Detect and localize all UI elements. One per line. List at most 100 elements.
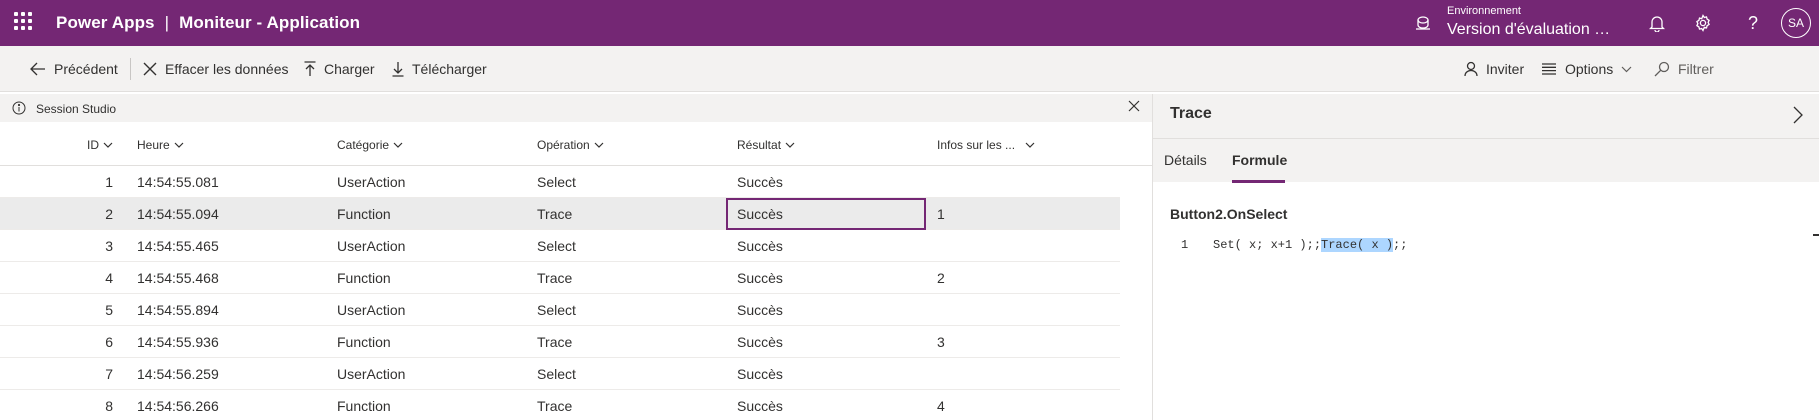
cell-time: 14:54:55.094 bbox=[137, 206, 219, 222]
cell-time: 14:54:55.894 bbox=[137, 302, 219, 318]
cell-time: 14:54:55.081 bbox=[137, 174, 219, 190]
code-text: Set( x; x+1 );;Trace( x );; bbox=[1213, 238, 1407, 252]
table-row[interactable]: 6 14:54:55.936 Function Trace Succès 3 bbox=[0, 326, 1120, 358]
title-separator: | bbox=[164, 13, 170, 32]
code-editor-line[interactable]: 1 Set( x; x+1 );;Trace( x );; bbox=[1153, 236, 1813, 256]
line-number: 1 bbox=[1181, 238, 1189, 252]
cell-id: 4 bbox=[105, 270, 113, 286]
upload-label: Charger bbox=[324, 61, 375, 77]
session-label: Session Studio bbox=[36, 102, 117, 116]
cell-id: 3 bbox=[105, 238, 113, 254]
chevron-down-icon bbox=[785, 142, 795, 148]
cell-time: 14:54:55.465 bbox=[137, 238, 219, 254]
invite-button[interactable]: Inviter bbox=[1464, 46, 1524, 92]
cell-id: 7 bbox=[105, 366, 113, 382]
person-icon bbox=[1464, 61, 1478, 77]
tab-details[interactable]: Détails bbox=[1164, 152, 1207, 168]
chevron-down-icon bbox=[174, 142, 184, 148]
environment-label: Environnement bbox=[1447, 5, 1521, 17]
column-header-time[interactable]: Heure bbox=[137, 138, 184, 152]
cell-operation: Select bbox=[537, 174, 576, 190]
command-bar: Précédent Effacer les données Charger Té… bbox=[0, 46, 1819, 92]
cell-info: 4 bbox=[937, 398, 945, 414]
cell-result: Succès bbox=[737, 238, 783, 254]
column-header-info[interactable]: Infos sur les ... bbox=[937, 138, 1035, 152]
cell-operation: Trace bbox=[537, 206, 573, 222]
filter-button[interactable]: Filtrer bbox=[1654, 46, 1714, 92]
cell-info: 1 bbox=[937, 206, 945, 222]
environment-name: Version d'évaluation de... bbox=[1447, 21, 1617, 38]
cell-result: Succès bbox=[737, 206, 783, 222]
cell-info: 3 bbox=[937, 334, 945, 350]
column-label: Catégorie bbox=[337, 138, 390, 152]
chevron-down-icon bbox=[393, 142, 403, 148]
chevron-down-icon bbox=[103, 142, 113, 148]
close-icon[interactable] bbox=[1128, 100, 1140, 115]
tab-formula[interactable]: Formule bbox=[1232, 152, 1287, 168]
cell-category: Function bbox=[337, 270, 391, 286]
clear-data-button[interactable]: Effacer les données bbox=[143, 46, 289, 92]
back-button[interactable]: Précédent bbox=[30, 46, 118, 92]
app-title: Power Apps | Moniteur - Application bbox=[56, 13, 360, 33]
environment-icon bbox=[1414, 14, 1432, 37]
chevron-down-icon bbox=[1621, 66, 1632, 72]
cell-category: Function bbox=[337, 334, 391, 350]
table-row[interactable]: 1 14:54:55.081 UserAction Select Succès bbox=[0, 166, 1120, 198]
table-row[interactable]: 3 14:54:55.465 UserAction Select Succès bbox=[0, 230, 1120, 262]
cell-time: 14:54:56.259 bbox=[137, 366, 219, 382]
table-row[interactable]: 4 14:54:55.468 Function Trace Succès 2 bbox=[0, 262, 1120, 294]
cell-operation: Trace bbox=[537, 398, 573, 414]
options-label: Options bbox=[1565, 61, 1614, 77]
cell-category: Function bbox=[337, 206, 391, 222]
column-header-result[interactable]: Résultat bbox=[737, 138, 795, 152]
column-label: Opération bbox=[537, 138, 590, 152]
chevron-down-icon bbox=[594, 142, 604, 148]
cell-result: Succès bbox=[737, 302, 783, 318]
download-button[interactable]: Télécharger bbox=[392, 46, 487, 92]
column-header-id[interactable]: ID bbox=[87, 138, 113, 152]
options-button[interactable]: Options bbox=[1541, 46, 1632, 92]
active-tab-indicator bbox=[1232, 180, 1285, 183]
top-bar: Power Apps | Moniteur - Application Enviro… bbox=[0, 0, 1819, 46]
clear-data-label: Effacer les données bbox=[165, 61, 289, 77]
cell-time: 14:54:55.936 bbox=[137, 334, 219, 350]
table-row[interactable]: 5 14:54:55.894 UserAction Select Succès bbox=[0, 294, 1120, 326]
download-icon bbox=[392, 62, 404, 77]
cell-operation: Select bbox=[537, 302, 576, 318]
cell-id: 1 bbox=[105, 174, 113, 190]
cell-result: Succès bbox=[737, 174, 783, 190]
column-header-category[interactable]: Catégorie bbox=[337, 138, 403, 152]
download-label: Télécharger bbox=[412, 61, 487, 77]
trace-panel: Trace Détails Formule Button2.OnSelect 1… bbox=[1152, 94, 1819, 420]
help-icon[interactable]: ? bbox=[1742, 12, 1764, 34]
waffle-icon[interactable] bbox=[14, 12, 32, 30]
cell-operation: Select bbox=[537, 366, 576, 382]
code-highlight: Trace( x ) bbox=[1321, 238, 1394, 252]
cell-category: UserAction bbox=[337, 174, 406, 190]
cell-category: UserAction bbox=[337, 302, 406, 318]
upload-button[interactable]: Charger bbox=[304, 46, 375, 92]
gear-icon[interactable] bbox=[1692, 12, 1714, 34]
upload-icon bbox=[304, 61, 316, 76]
cell-category: UserAction bbox=[337, 238, 406, 254]
chevron-down-icon bbox=[1025, 142, 1035, 148]
avatar[interactable]: SA bbox=[1781, 8, 1811, 38]
table-row[interactable]: 7 14:54:56.259 UserAction Select Succès bbox=[0, 358, 1120, 390]
chevron-right-icon[interactable] bbox=[1793, 106, 1803, 129]
session-bar: Session Studio bbox=[0, 94, 1152, 122]
panel-tabs: Détails Formule bbox=[1153, 138, 1819, 183]
cell-time: 14:54:56.266 bbox=[137, 398, 219, 414]
column-header-operation[interactable]: Opération bbox=[537, 138, 604, 152]
cell-time: 14:54:55.468 bbox=[137, 270, 219, 286]
table-header: ID Heure Catégorie Opération Résultat In… bbox=[0, 124, 1152, 166]
environment-picker[interactable]: Environnement Version d'évaluation de... bbox=[1447, 5, 1617, 40]
info-icon bbox=[12, 101, 26, 118]
scrollbar-marker[interactable] bbox=[1813, 234, 1819, 236]
table-row[interactable]: 8 14:54:56.266 Function Trace Succès 4 bbox=[0, 390, 1120, 420]
column-label: Infos sur les ... bbox=[937, 138, 1016, 152]
bell-icon[interactable] bbox=[1646, 12, 1668, 34]
cell-result: Succès bbox=[737, 398, 783, 414]
column-label: Heure bbox=[137, 138, 170, 152]
table-row-selected[interactable]: 2 14:54:55.094 Function Trace Succès 1 bbox=[0, 198, 1120, 230]
app-name[interactable]: Power Apps bbox=[56, 13, 155, 32]
